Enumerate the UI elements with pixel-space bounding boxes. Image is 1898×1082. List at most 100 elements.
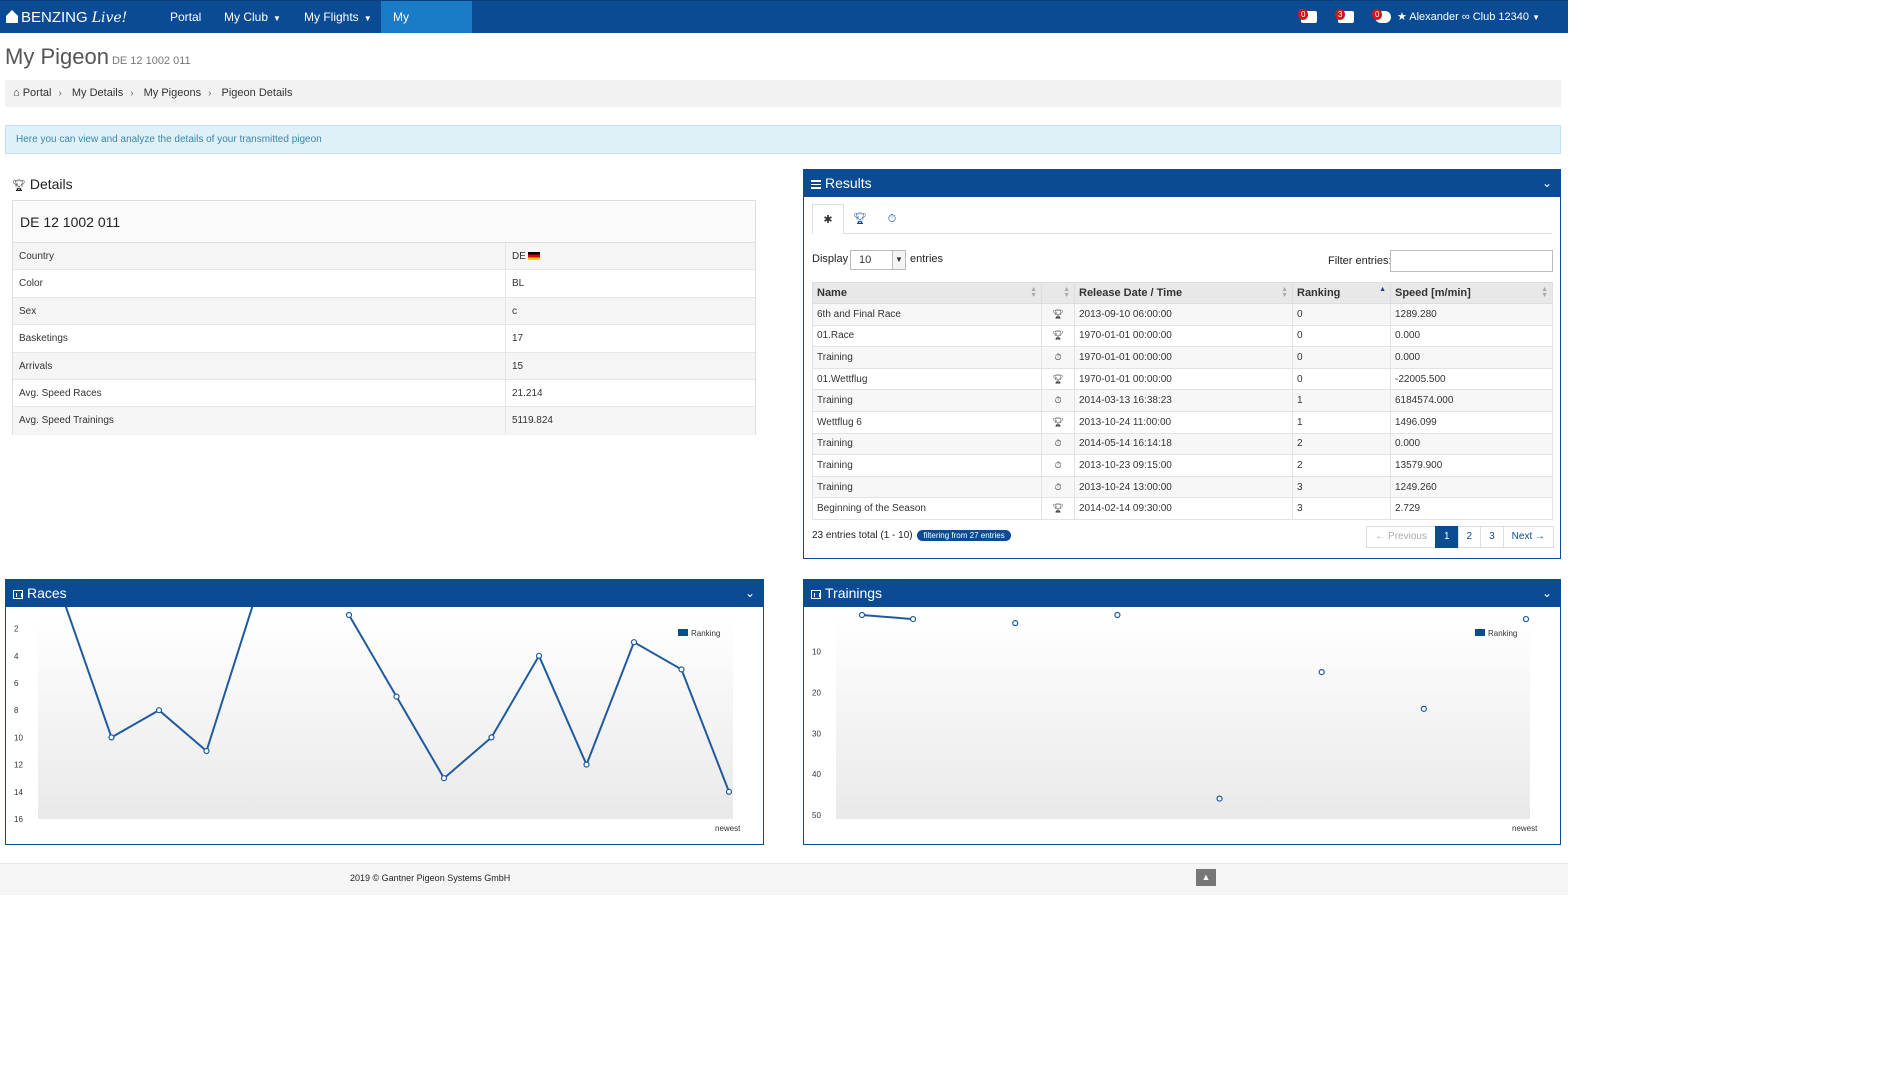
trainings-panel-header[interactable]: Trainings ⌄ bbox=[804, 580, 1560, 607]
y-tick-label: 6 bbox=[14, 679, 19, 688]
trainings-chart: 10 20 30 40 50 newest Ranking bbox=[812, 611, 1538, 833]
chevron-down-icon: ▼ bbox=[1532, 13, 1540, 22]
cell-name: Wettflug 6 bbox=[812, 410, 1042, 434]
cell-name: Training bbox=[812, 389, 1042, 412]
column-header-type[interactable]: ▲ ▼ bbox=[1041, 282, 1075, 304]
cell-speed: 1249.260 bbox=[1390, 475, 1553, 499]
entries-total: 23 entries total (1 - 10) filtering from… bbox=[812, 530, 1011, 541]
data-point bbox=[1114, 611, 1121, 619]
details-row: Avg. Speed Races 21.214 bbox=[13, 379, 755, 408]
results-panel-header[interactable]: Results ⌄ bbox=[804, 170, 1560, 197]
legend-swatch bbox=[678, 629, 688, 636]
table-row[interactable]: 01.Wettflug 🏆︎ 1970-01-01 00:00:00 0 -22005.… bbox=[812, 367, 1553, 391]
data-point bbox=[1318, 669, 1325, 676]
tab-races[interactable]: 🏆︎ bbox=[844, 204, 876, 234]
tab-all[interactable]: ✱ bbox=[812, 204, 844, 234]
data-point bbox=[909, 615, 917, 623]
pagination-next[interactable]: Next → bbox=[1502, 526, 1554, 548]
table-row[interactable]: Training ⏱︎ 1970-01-01 00:00:00 0 0.000 bbox=[812, 346, 1553, 369]
data-point bbox=[630, 639, 638, 646]
user-menu[interactable]: ★ Alexander ∞ Club 12340 ▼ bbox=[1397, 1, 1540, 33]
legend-label: Ranking bbox=[1488, 629, 1517, 638]
cell-speed: 6184574.000 bbox=[1390, 389, 1553, 412]
filter-label: Filter entries: bbox=[1328, 255, 1392, 267]
cell-release: 2013-10-23 09:15:00 bbox=[1074, 454, 1293, 477]
column-header-speed[interactable]: Speed [m/min] ▲ ▼ bbox=[1390, 282, 1553, 304]
trophy-icon: 🏆︎ bbox=[1041, 303, 1075, 326]
nav-my-flights[interactable]: My Flights ▼ bbox=[292, 1, 384, 33]
cell-release: 2014-03-13 16:38:23 bbox=[1074, 389, 1293, 412]
table-row[interactable]: Training ⏱︎ 2013-10-24 13:00:00 3 1249.260 bbox=[812, 475, 1553, 499]
breadcrumb-my-pigeons[interactable]: My Pigeons bbox=[144, 87, 201, 99]
brand-logo[interactable]: BENZING Live! bbox=[6, 9, 127, 26]
nav-my-details[interactable]: My Details ▼ bbox=[381, 1, 472, 56]
table-row[interactable]: Beginning of the Season 🏆︎ 2014-02-14 09:3… bbox=[812, 497, 1553, 520]
column-header-release[interactable]: Release Date / Time ▲ ▼ bbox=[1074, 282, 1293, 304]
y-tick-label: 40 bbox=[812, 770, 821, 779]
legend-label: Ranking bbox=[691, 629, 720, 638]
results-table: Name ▲ ▼ ▲ ▼ Release Date / Time ▲ ▼ Ranking ▲… bbox=[812, 282, 1553, 520]
breadcrumb: ⌂ Portal › My Details › My Pigeons › Pigeon… bbox=[5, 80, 1561, 107]
sort-icon: ▲ ▼ bbox=[1063, 286, 1070, 299]
breadcrumb-portal[interactable]: Portal bbox=[23, 87, 52, 99]
home-icon bbox=[6, 10, 18, 23]
table-row[interactable]: Wettflug 6 🏆︎ 2013-10-24 11:00:00 1 1496.099 bbox=[812, 410, 1553, 434]
cell-speed: 0.000 bbox=[1390, 324, 1553, 348]
data-point bbox=[858, 611, 866, 619]
details-row: Arrivals 15 bbox=[13, 352, 755, 380]
data-point bbox=[583, 761, 590, 768]
races-panel: Races ⌄ 2 4 6 8 10 12 14 16 newest Ranking bbox=[5, 579, 764, 845]
races-panel-header[interactable]: Races ⌄ bbox=[6, 580, 763, 607]
scroll-top-button[interactable]: ▲ bbox=[1196, 869, 1216, 886]
y-tick-label: 20 bbox=[812, 689, 821, 698]
details-heading: 🏆︎ Details bbox=[12, 176, 73, 192]
results-body: 6th and Final Race 🏆︎ 2013-09-10 06:00:00 0… bbox=[812, 303, 1553, 520]
chevron-down-icon[interactable]: ⌄ bbox=[1542, 170, 1552, 197]
sort-icon: ▲ ▼ bbox=[1281, 286, 1288, 299]
cell-name: Training bbox=[812, 454, 1042, 477]
entries-label: entries bbox=[910, 253, 944, 265]
page-title: My Pigeon DE 12 1002 011 bbox=[5, 44, 191, 69]
table-row[interactable]: 01.Race 🏆︎ 1970-01-01 00:00:00 0 0.000 bbox=[812, 324, 1553, 348]
stopwatch-icon: ⏱︎ bbox=[1041, 454, 1075, 477]
table-row[interactable]: Training ⏱︎ 2013-10-23 09:15:00 2 13579.900 bbox=[812, 454, 1553, 477]
breadcrumb-my-details[interactable]: My Details bbox=[72, 87, 123, 99]
info-alert: Here you can view and analyze the detail… bbox=[5, 125, 1561, 154]
entries-select[interactable]: 10 ▼ bbox=[850, 250, 906, 270]
pagination-page-3[interactable]: 3 bbox=[1480, 526, 1504, 548]
races-chart: 2 4 6 8 10 12 14 16 newest Ranking bbox=[14, 607, 741, 833]
pagination-previous[interactable]: ← Previous bbox=[1366, 526, 1436, 548]
table-row[interactable]: 6th and Final Race 🏆︎ 2013-09-10 06:00:00 0… bbox=[812, 303, 1553, 326]
stopwatch-icon: ⏱︎ bbox=[1041, 389, 1075, 412]
filter-input[interactable] bbox=[1390, 250, 1553, 272]
germany-flag-icon bbox=[527, 252, 540, 261]
pagination-page-1[interactable]: 1 bbox=[1434, 526, 1459, 548]
cell-ranking: 3 bbox=[1292, 475, 1391, 499]
nav-portal[interactable]: Portal bbox=[158, 1, 213, 33]
cell-ranking: 0 bbox=[1292, 346, 1391, 369]
column-header-ranking[interactable]: Ranking ▲ bbox=[1292, 282, 1391, 304]
ring-number: DE 12 1002 011 bbox=[13, 201, 755, 243]
nav-my-club[interactable]: My Club ▼ bbox=[212, 1, 293, 33]
data-point bbox=[678, 666, 685, 673]
chevron-down-icon[interactable]: ⌄ bbox=[745, 580, 755, 607]
results-tabs: ✱ 🏆︎ ⏱︎ bbox=[812, 204, 1552, 234]
details-row: Sex c bbox=[13, 297, 755, 326]
chevron-down-icon[interactable]: ⌄ bbox=[1542, 580, 1552, 607]
tab-trainings[interactable]: ⏱︎ bbox=[876, 204, 908, 234]
asterisk-icon: ✱ bbox=[823, 214, 833, 226]
chevron-down-icon: ▼ bbox=[363, 14, 372, 23]
sort-asc-icon: ▲ bbox=[1379, 286, 1386, 293]
cell-release: 2013-10-24 11:00:00 bbox=[1074, 410, 1293, 434]
x-axis-label: newest bbox=[715, 824, 741, 833]
table-row[interactable]: Training ⏱︎ 2014-05-14 16:14:18 2 0.000 bbox=[812, 432, 1553, 456]
cell-ranking: 0 bbox=[1292, 303, 1391, 326]
table-row[interactable]: Training ⏱︎ 2014-03-13 16:38:23 1 6184574.00… bbox=[812, 389, 1553, 412]
details-row: Avg. Speed Trainings 5119.824 bbox=[13, 407, 755, 435]
cell-name: Training bbox=[812, 432, 1042, 456]
navbar: BENZING Live! Portal My Club ▼ My Flights… bbox=[0, 0, 1568, 56]
column-header-name[interactable]: Name ▲ ▼ bbox=[812, 282, 1042, 304]
data-point bbox=[155, 707, 163, 714]
pagination-page-2[interactable]: 2 bbox=[1457, 526, 1482, 548]
data-point bbox=[1522, 615, 1530, 623]
